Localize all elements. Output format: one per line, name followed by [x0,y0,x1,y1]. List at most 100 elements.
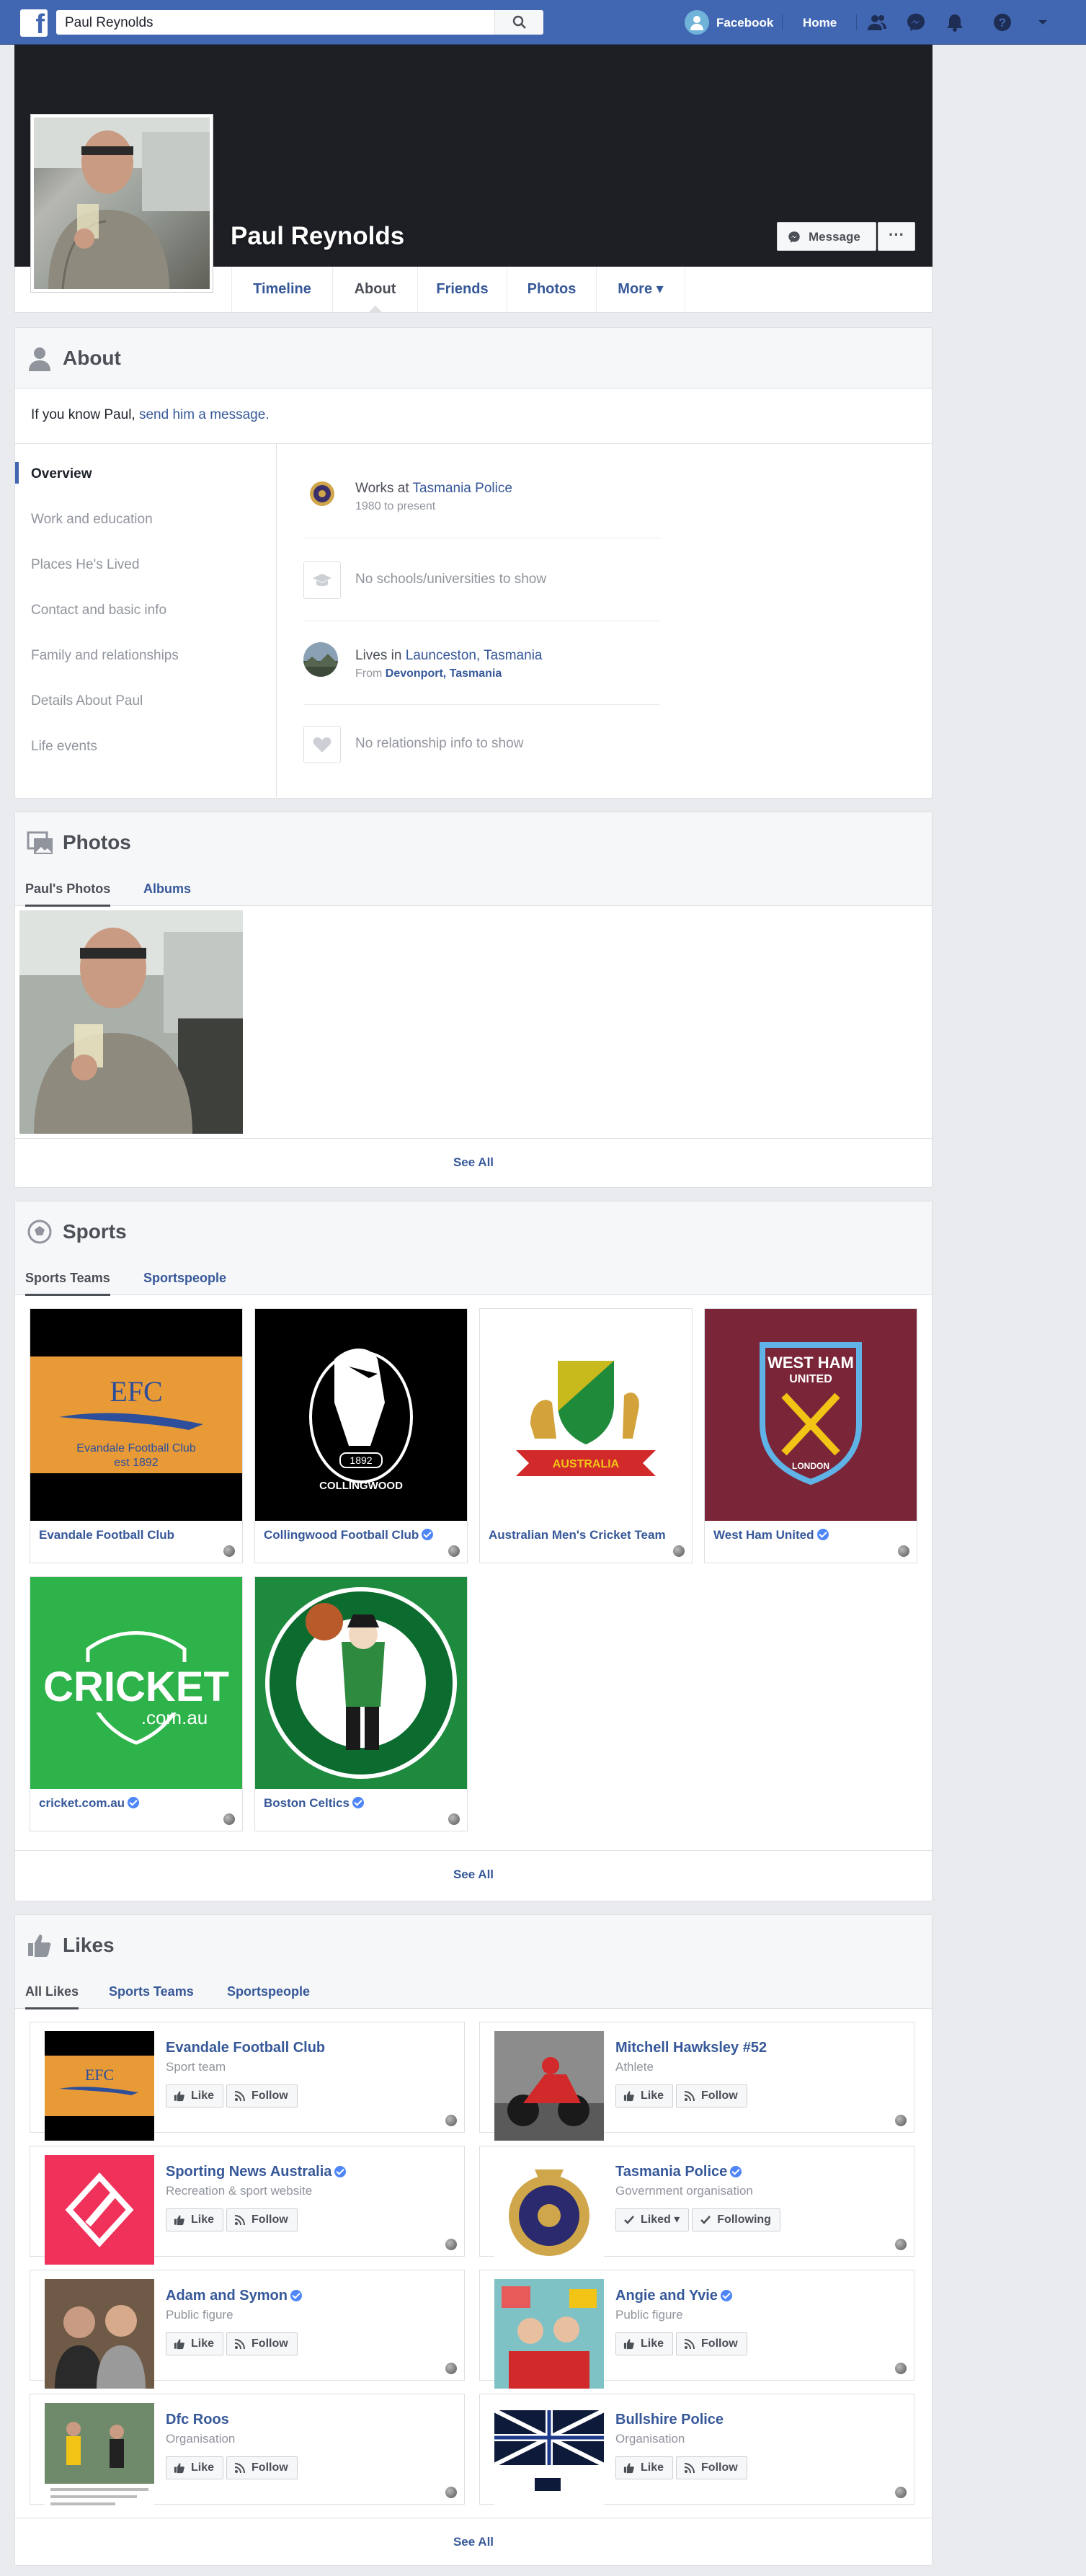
tab-photos[interactable]: Photos [507,267,596,312]
team-tile-evandale[interactable]: EFC Evandale Football Club est 1892 Evan… [30,1308,243,1563]
follow-button[interactable]: Follow [676,2456,747,2479]
following-button[interactable]: Following [692,2208,780,2231]
like-button[interactable]: Like [166,2208,224,2231]
like-name[interactable]: Adam and Symon [166,2288,302,2304]
about-menu-work-education[interactable]: Work and education [31,512,153,528]
like-thumbnail[interactable] [494,2031,604,2141]
tab-likes-sports-teams[interactable]: Sports Teams [109,1984,194,1999]
tab-friends[interactable]: Friends [417,267,507,312]
public-globe-icon [448,1545,460,1557]
like-button[interactable]: Like [166,2456,224,2479]
team-tile-collingwood[interactable]: 1892 COLLINGWOOD Collingwood Football Cl… [254,1308,468,1563]
tab-pauls-photos[interactable]: Paul's Photos [25,881,111,907]
like-name[interactable]: Angie and Yvie [615,2288,732,2304]
follow-button[interactable]: Follow [226,2332,298,2355]
follow-button[interactable]: Follow [226,2084,298,2108]
team-name[interactable]: Evandale Football Club [39,1528,174,1542]
profile-name[interactable]: Paul Reynolds [231,222,404,251]
like-thumbnail[interactable] [45,2155,154,2265]
team-name[interactable]: cricket.com.au [39,1796,140,1811]
friend-requests-icon[interactable] [865,10,889,35]
work-text: Works at Tasmania Police [355,481,512,496]
like-name[interactable]: Bullshire Police [615,2412,724,2428]
tab-timeline[interactable]: Timeline [231,267,332,312]
photos-see-all-link[interactable]: See All [15,1138,932,1186]
like-button[interactable]: Like [166,2084,224,2108]
like-name[interactable]: Dfc Roos [166,2412,229,2428]
more-options-button[interactable]: ··· [878,222,915,251]
follow-button[interactable]: Follow [676,2332,747,2355]
like-name[interactable]: Tasmania Police [615,2164,742,2180]
team-tile-australia-cricket[interactable]: AUSTRALIA Australian Men's Cricket Team [479,1308,693,1563]
like-thumbnail[interactable] [45,2403,154,2513]
team-name[interactable]: Collingwood Football Club [264,1528,434,1542]
profile-picture[interactable] [30,114,213,293]
svg-text:UNITED: UNITED [789,1373,832,1385]
tab-sports-teams[interactable]: Sports Teams [25,1271,110,1296]
like-thumbnail[interactable]: EFC [45,2031,154,2141]
about-menu-family-relationships[interactable]: Family and relationships [31,648,179,664]
message-button[interactable]: Message [777,222,876,251]
hometown-link[interactable]: Devonport, Tasmania [386,667,502,680]
team-name[interactable]: Boston Celtics [264,1796,365,1811]
facebook-logo-icon[interactable]: f [20,9,48,38]
like-button[interactable]: Like [615,2332,674,2355]
tab-sportspeople[interactable]: Sportspeople [143,1271,226,1286]
likes-see-all-link[interactable]: See All [15,2518,932,2565]
like-button[interactable]: Like [615,2456,674,2479]
like-name[interactable]: Evandale Football Club [166,2040,325,2056]
like-button[interactable]: Like [615,2084,674,2108]
like-thumbnail[interactable] [494,2279,604,2389]
team-name[interactable]: Australian Men's Cricket Team [489,1528,666,1542]
about-menu-contact-info[interactable]: Contact and basic info [31,603,166,618]
search-input[interactable]: Paul Reynolds [56,10,543,35]
rss-follow-icon [234,2463,246,2474]
photos-title: Photos [63,831,131,853]
location-thumbnail[interactable] [303,642,338,677]
messenger-icon[interactable] [904,10,928,35]
public-globe-icon [448,1813,460,1825]
nav-home-link[interactable]: Home [803,16,837,30]
like-name[interactable]: Mitchell Hawksley #52 [615,2040,767,2056]
search-button[interactable] [494,10,543,35]
tab-albums[interactable]: Albums [143,881,191,897]
tab-about[interactable]: About [332,267,417,313]
photo-thumbnail[interactable] [19,910,243,1134]
current-city-link[interactable]: Launceston, Tasmania [406,648,543,663]
sports-see-all-link[interactable]: See All [15,1850,932,1898]
notifications-bell-icon[interactable] [943,10,967,35]
about-menu-details[interactable]: Details About Paul [31,693,143,709]
follow-button[interactable]: Follow [226,2208,298,2231]
like-name[interactable]: Sporting News Australia [166,2164,347,2180]
search-input-value[interactable]: Paul Reynolds [65,15,153,31]
follow-button[interactable]: Follow [676,2084,747,2108]
tab-likes-sportspeople[interactable]: Sportspeople [227,1984,310,1999]
about-menu-life-events[interactable]: Life events [31,739,97,755]
about-menu-overview[interactable]: Overview [31,466,92,482]
like-thumbnail[interactable] [494,2155,604,2265]
tab-more[interactable]: More ▾ [596,267,685,312]
send-message-link[interactable]: send him a message. [139,407,270,422]
nav-profile-label[interactable]: Facebook [716,16,773,30]
liked-button[interactable]: Liked ▾ [615,2208,690,2231]
like-category: Sport team [166,2060,226,2074]
like-button[interactable]: Like [166,2332,224,2355]
police-badge-icon[interactable] [303,475,341,512]
team-tile-cricket-com-au[interactable]: CRICKET .com.au cricket.com.au [30,1576,243,1831]
about-menu-places-lived[interactable]: Places He's Lived [31,557,139,573]
svg-text:.com.au: .com.au [141,1707,208,1728]
public-globe-icon [445,2115,457,2126]
help-icon[interactable]: ? [990,10,1015,35]
like-thumbnail[interactable] [494,2403,604,2513]
account-menu-chevron-down-icon[interactable] [1031,10,1055,35]
team-tile-boston-celtics[interactable]: Boston Celtics [254,1576,468,1831]
team-name[interactable]: West Ham United [713,1528,829,1542]
follow-button[interactable]: Follow [226,2456,298,2479]
work-employer-link[interactable]: Tasmania Police [413,481,512,496]
svg-text:CRICKET: CRICKET [43,1664,229,1710]
public-globe-icon [895,2487,907,2498]
team-tile-west-ham[interactable]: WEST HAM UNITED LONDON West Ham United [704,1308,917,1563]
tab-all-likes[interactable]: All Likes [25,1984,79,2009]
like-thumbnail[interactable] [45,2279,154,2389]
likes-header: Likes [15,1915,932,1976]
